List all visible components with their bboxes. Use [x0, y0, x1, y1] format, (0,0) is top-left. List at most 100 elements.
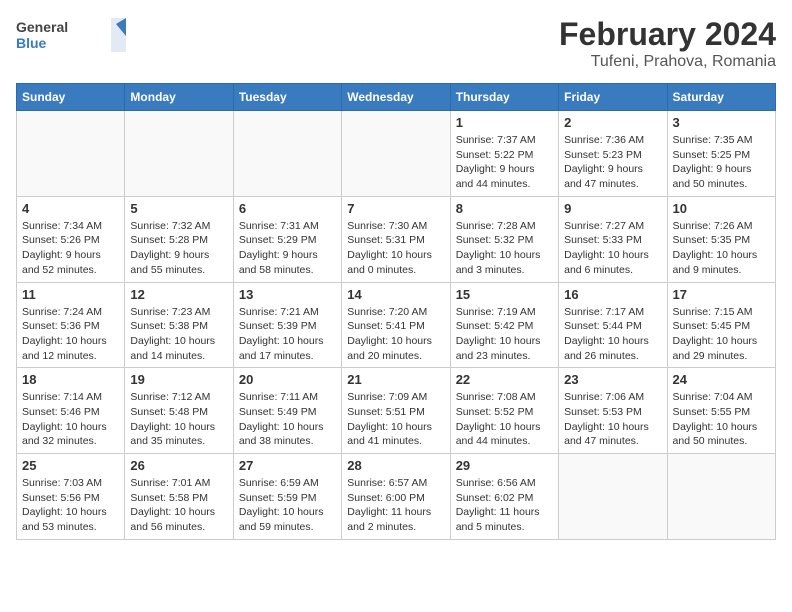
day-number: 27: [239, 458, 336, 473]
calendar-cell: [667, 454, 775, 540]
calendar-cell: 19Sunrise: 7:12 AMSunset: 5:48 PMDayligh…: [125, 368, 233, 454]
weekday-header: Sunday: [17, 84, 125, 111]
day-info: Sunrise: 7:35 AMSunset: 5:25 PMDaylight:…: [673, 133, 770, 192]
day-info: Sunrise: 7:12 AMSunset: 5:48 PMDaylight:…: [130, 390, 227, 449]
calendar-cell: 28 Sunrise: 6:57 AMSunset: 6:00 PMDayligh…: [342, 454, 450, 540]
day-number: 10: [673, 201, 770, 216]
day-number: 13: [239, 287, 336, 302]
day-number: 25: [22, 458, 119, 473]
day-info: Sunrise: 7:28 AMSunset: 5:32 PMDaylight:…: [456, 219, 553, 278]
calendar-cell: 18 Sunrise: 7:14 AMSunset: 5:46 PMDayligh…: [17, 368, 125, 454]
calendar-cell: 10 Sunrise: 7:26 AMSunset: 5:35 PMDayligh…: [667, 196, 775, 282]
day-number: 7: [347, 201, 444, 216]
day-number: 1: [456, 115, 553, 130]
calendar-cell: 21Sunrise: 7:09 AMSunset: 5:51 PMDayligh…: [342, 368, 450, 454]
calendar-week-row: 1 Sunrise: 7:37 AMSunset: 5:22 PMDaylight…: [17, 111, 776, 197]
calendar-cell: 29 Sunrise: 6:56 AMSunset: 6:02 PMDayligh…: [450, 454, 558, 540]
logo: General Blue: [16, 16, 126, 56]
calendar-week-row: 11 Sunrise: 7:24 AMSunset: 5:36 PMDayligh…: [17, 282, 776, 368]
day-number: 18: [22, 372, 119, 387]
day-number: 3: [673, 115, 770, 130]
location-title: Tufeni, Prahova, Romania: [559, 53, 776, 71]
day-number: 4: [22, 201, 119, 216]
calendar-cell: 25 Sunrise: 7:03 AMSunset: 5:56 PMDayligh…: [17, 454, 125, 540]
calendar-cell: 22 Sunrise: 7:08 AMSunset: 5:52 PMDayligh…: [450, 368, 558, 454]
day-info: Sunrise: 7:08 AMSunset: 5:52 PMDaylight:…: [456, 390, 553, 449]
calendar-cell: 14Sunrise: 7:20 AMSunset: 5:41 PMDayligh…: [342, 282, 450, 368]
day-info: Sunrise: 7:34 AMSunset: 5:26 PMDaylight:…: [22, 219, 119, 278]
day-number: 29: [456, 458, 553, 473]
calendar-cell: 16 Sunrise: 7:17 AMSunset: 5:44 PMDayligh…: [559, 282, 667, 368]
svg-text:General: General: [16, 19, 68, 35]
day-info: Sunrise: 7:04 AMSunset: 5:55 PMDaylight:…: [673, 390, 770, 449]
day-info: Sunrise: 7:30 AMSunset: 5:31 PMDaylight:…: [347, 219, 444, 278]
calendar-cell: [342, 111, 450, 197]
calendar-cell: 2 Sunrise: 7:36 AMSunset: 5:23 PMDaylight…: [559, 111, 667, 197]
weekday-header: Thursday: [450, 84, 558, 111]
weekday-header-row: SundayMondayTuesdayWednesdayThursdayFrid…: [17, 84, 776, 111]
calendar-cell: 24 Sunrise: 7:04 AMSunset: 5:55 PMDayligh…: [667, 368, 775, 454]
calendar-cell: 8Sunrise: 7:28 AMSunset: 5:32 PMDaylight…: [450, 196, 558, 282]
day-info: Sunrise: 7:06 AMSunset: 5:53 PMDaylight:…: [564, 390, 661, 449]
day-number: 2: [564, 115, 661, 130]
day-number: 23: [564, 372, 661, 387]
calendar-cell: 27 Sunrise: 6:59 AMSunset: 5:59 PMDayligh…: [233, 454, 341, 540]
day-info: Sunrise: 7:21 AMSunset: 5:39 PMDaylight:…: [239, 305, 336, 364]
calendar-cell: 6 Sunrise: 7:31 AMSunset: 5:29 PMDaylight…: [233, 196, 341, 282]
day-info: Sunrise: 7:09 AMSunset: 5:51 PMDaylight:…: [347, 390, 444, 449]
calendar-table: SundayMondayTuesdayWednesdayThursdayFrid…: [16, 83, 776, 540]
day-number: 28: [347, 458, 444, 473]
day-info: Sunrise: 7:31 AMSunset: 5:29 PMDaylight:…: [239, 219, 336, 278]
day-number: 12: [130, 287, 227, 302]
weekday-header: Tuesday: [233, 84, 341, 111]
calendar-cell: 13 Sunrise: 7:21 AMSunset: 5:39 PMDayligh…: [233, 282, 341, 368]
calendar-cell: [559, 454, 667, 540]
day-info: Sunrise: 7:36 AMSunset: 5:23 PMDaylight:…: [564, 133, 661, 192]
day-number: 22: [456, 372, 553, 387]
day-info: Sunrise: 6:59 AMSunset: 5:59 PMDaylight:…: [239, 476, 336, 535]
weekday-header: Wednesday: [342, 84, 450, 111]
day-info: Sunrise: 7:23 AMSunset: 5:38 PMDaylight:…: [130, 305, 227, 364]
calendar-cell: 17 Sunrise: 7:15 AMSunset: 5:45 PMDayligh…: [667, 282, 775, 368]
day-info: Sunrise: 7:24 AMSunset: 5:36 PMDaylight:…: [22, 305, 119, 364]
calendar-cell: [233, 111, 341, 197]
month-title: February 2024: [559, 16, 776, 53]
day-info: Sunrise: 6:57 AMSunset: 6:00 PMDaylight:…: [347, 476, 444, 535]
day-info: Sunrise: 6:56 AMSunset: 6:02 PMDaylight:…: [456, 476, 553, 535]
logo-svg: General Blue: [16, 16, 126, 56]
calendar-week-row: 25 Sunrise: 7:03 AMSunset: 5:56 PMDayligh…: [17, 454, 776, 540]
day-info: Sunrise: 7:19 AMSunset: 5:42 PMDaylight:…: [456, 305, 553, 364]
day-info: Sunrise: 7:17 AMSunset: 5:44 PMDaylight:…: [564, 305, 661, 364]
day-info: Sunrise: 7:14 AMSunset: 5:46 PMDaylight:…: [22, 390, 119, 449]
day-number: 20: [239, 372, 336, 387]
calendar-cell: 3 Sunrise: 7:35 AMSunset: 5:25 PMDaylight…: [667, 111, 775, 197]
day-info: Sunrise: 7:26 AMSunset: 5:35 PMDaylight:…: [673, 219, 770, 278]
calendar-cell: 26Sunrise: 7:01 AMSunset: 5:58 PMDayligh…: [125, 454, 233, 540]
calendar-cell: [17, 111, 125, 197]
weekday-header: Monday: [125, 84, 233, 111]
day-info: Sunrise: 7:37 AMSunset: 5:22 PMDaylight:…: [456, 133, 553, 192]
calendar-cell: 7 Sunrise: 7:30 AMSunset: 5:31 PMDaylight…: [342, 196, 450, 282]
calendar-cell: 5Sunrise: 7:32 AMSunset: 5:28 PMDaylight…: [125, 196, 233, 282]
calendar-cell: 15Sunrise: 7:19 AMSunset: 5:42 PMDayligh…: [450, 282, 558, 368]
day-number: 6: [239, 201, 336, 216]
day-number: 24: [673, 372, 770, 387]
day-info: Sunrise: 7:03 AMSunset: 5:56 PMDaylight:…: [22, 476, 119, 535]
day-info: Sunrise: 7:20 AMSunset: 5:41 PMDaylight:…: [347, 305, 444, 364]
day-info: Sunrise: 7:15 AMSunset: 5:45 PMDaylight:…: [673, 305, 770, 364]
calendar-cell: 12 Sunrise: 7:23 AMSunset: 5:38 PMDayligh…: [125, 282, 233, 368]
weekday-header: Friday: [559, 84, 667, 111]
svg-text:Blue: Blue: [16, 35, 47, 51]
day-info: Sunrise: 7:32 AMSunset: 5:28 PMDaylight:…: [130, 219, 227, 278]
calendar-cell: 4 Sunrise: 7:34 AMSunset: 5:26 PMDaylight…: [17, 196, 125, 282]
calendar-week-row: 4 Sunrise: 7:34 AMSunset: 5:26 PMDaylight…: [17, 196, 776, 282]
calendar-cell: 20Sunrise: 7:11 AMSunset: 5:49 PMDayligh…: [233, 368, 341, 454]
day-number: 11: [22, 287, 119, 302]
day-info: Sunrise: 7:27 AMSunset: 5:33 PMDaylight:…: [564, 219, 661, 278]
day-number: 16: [564, 287, 661, 302]
day-number: 17: [673, 287, 770, 302]
calendar-cell: 1 Sunrise: 7:37 AMSunset: 5:22 PMDaylight…: [450, 111, 558, 197]
page-header: General Blue February 2024 Tufeni, Praho…: [16, 16, 776, 71]
day-number: 9: [564, 201, 661, 216]
day-number: 26: [130, 458, 227, 473]
